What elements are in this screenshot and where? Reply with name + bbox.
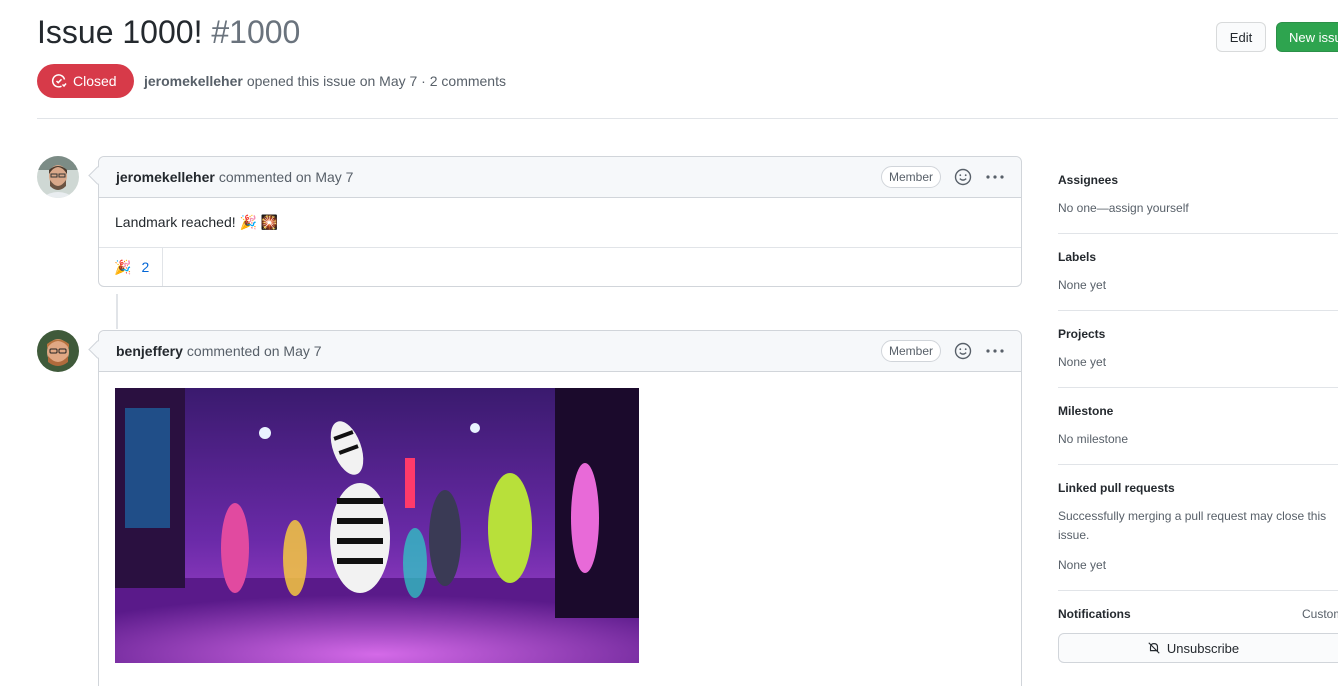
projects-heading[interactable]: Projects — [1058, 327, 1338, 341]
milestone-value: No milestone — [1058, 432, 1129, 446]
state-badge: Closed — [37, 64, 134, 98]
reactions-bar: 🎉 2 — [99, 247, 1021, 286]
comment-body: Landmark reached! 🎉 🎇 — [115, 214, 279, 230]
linked-prs-description: Successfully merging a pull request may … — [1058, 509, 1327, 542]
avatar-image-benjeffery — [37, 330, 79, 372]
add-reaction-icon[interactable] — [953, 167, 973, 187]
issue-meta: Closed jeromekelleher opened this issue … — [37, 64, 506, 98]
comment-timestamp[interactable]: commented on May 7 — [219, 169, 354, 185]
avatar[interactable] — [37, 156, 79, 198]
comment-author-link[interactable]: jeromekelleher — [116, 169, 215, 185]
notifications-section: Notifications Customize Unsubscribe — [1058, 591, 1338, 678]
issue-page: Issue 1000! #1000 Edit New issue Closed … — [0, 0, 1338, 686]
projects-value: None yet — [1058, 355, 1107, 369]
customize-notifications-link[interactable]: Customize — [1302, 607, 1338, 621]
header-actions: Edit New issue — [1216, 22, 1338, 52]
linked-prs-value: None yet — [1058, 558, 1107, 572]
issue-number: #1000 — [211, 14, 301, 50]
comment-timestamp[interactable]: commented on May 7 — [187, 343, 322, 359]
issue-author-link[interactable]: jeromekelleher — [144, 73, 243, 89]
dance-party-gif[interactable] — [115, 388, 639, 663]
unsubscribe-label: Unsubscribe — [1166, 640, 1240, 656]
issue-title-text: Issue 1000! — [37, 14, 203, 50]
unsubscribe-button[interactable]: Unsubscribe — [1058, 633, 1338, 663]
more-options-icon[interactable] — [985, 167, 1005, 187]
comment-header-actions: Member — [880, 157, 1005, 197]
milestone-section: Milestone No milestone — [1058, 388, 1338, 465]
reaction-tada-button[interactable]: 🎉 2 — [99, 248, 163, 286]
linked-prs-section: Linked pull requests Successfully mergin… — [1058, 465, 1338, 591]
tada-emoji-icon: 🎉 — [114, 258, 132, 275]
comment-body — [99, 372, 1021, 679]
bell-slash-icon — [1148, 642, 1160, 654]
issue-sidebar: Assignees No one—assign yourself Labels … — [1058, 156, 1338, 678]
projects-section: Projects None yet — [1058, 311, 1338, 388]
assignees-heading[interactable]: Assignees — [1058, 173, 1338, 187]
comment-header-actions: Member — [880, 331, 1005, 371]
avatar-image-jeromekelleher — [37, 156, 79, 198]
issue-meta-text: opened this issue on May 7 · 2 comments — [246, 73, 506, 89]
assignees-section: Assignees No one—assign yourself — [1058, 156, 1338, 234]
milestone-heading[interactable]: Milestone — [1058, 404, 1338, 418]
issue-closed-icon — [51, 74, 67, 88]
avatar[interactable] — [37, 330, 79, 372]
labels-value: None yet — [1058, 278, 1107, 292]
comment-header: jeromekelleher commented on May 7 Member — [99, 157, 1021, 198]
reaction-count: 2 — [141, 259, 150, 275]
edit-button[interactable]: Edit — [1216, 22, 1266, 52]
timeline-connector — [116, 294, 118, 329]
member-badge: Member — [880, 340, 941, 362]
header-divider — [37, 118, 1338, 119]
issue-title: Issue 1000! #1000 — [37, 10, 300, 54]
state-label: Closed — [73, 73, 117, 89]
comment-header: benjeffery commented on May 7 Member — [99, 331, 1021, 372]
notifications-heading: Notifications — [1058, 607, 1131, 621]
labels-heading[interactable]: Labels — [1058, 250, 1338, 264]
comment-card: jeromekelleher commented on May 7 Member… — [98, 156, 1022, 287]
comment-author-link[interactable]: benjeffery — [116, 343, 183, 359]
labels-section: Labels None yet — [1058, 234, 1338, 311]
assignees-value[interactable]: No one—assign yourself — [1058, 199, 1338, 218]
linked-prs-heading[interactable]: Linked pull requests — [1058, 481, 1338, 495]
member-badge: Member — [880, 166, 941, 188]
add-reaction-icon[interactable] — [953, 341, 973, 361]
more-options-icon[interactable] — [985, 341, 1005, 361]
comment-card: benjeffery commented on May 7 Member — [98, 330, 1022, 686]
new-issue-button[interactable]: New issue — [1276, 22, 1338, 52]
